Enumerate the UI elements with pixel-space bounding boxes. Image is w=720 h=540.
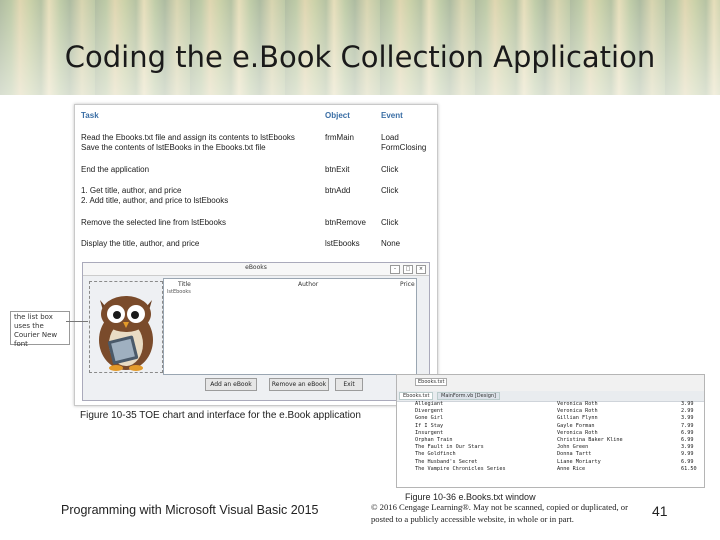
toe-object: btnAdd xyxy=(325,186,351,195)
toe-header-object: Object xyxy=(325,111,350,120)
toe-header-event: Event xyxy=(381,111,403,120)
list-item: Insurgent Veronica Roth 6.99 xyxy=(415,429,694,436)
toe-event: FormClosing xyxy=(381,143,427,152)
toe-task: Save the contents of lstEBooks in the Eb… xyxy=(81,143,266,152)
form-titlebar[interactable]: eBooks – □ × xyxy=(83,263,429,276)
toe-chart: Task Object Event Read the Ebooks.txt fi… xyxy=(81,111,431,263)
ebooks-form-window: eBooks – □ × Title Author Price lstEbook… xyxy=(82,262,430,401)
ebooks-txt-contents[interactable]: Allegiant Veronica Roth 3.99 Divergent Vero… xyxy=(397,401,704,473)
copyright-notice: © 2016 Cengage Learning®. May not be sca… xyxy=(371,502,628,524)
toe-header-task: Task xyxy=(81,111,99,120)
form-title: eBooks xyxy=(245,264,267,271)
ebooks-txt-window: Ebooks.txt Ebooks.txt MainForm.vb [Desig… xyxy=(396,374,705,488)
list-item: The Fault in Our Stars John Green 3.99 xyxy=(415,444,694,451)
column-header-price: Price xyxy=(400,281,415,288)
tab-mainform-design[interactable]: MainForm.vb [Design] xyxy=(437,392,501,400)
toe-object: btnExit xyxy=(325,165,350,174)
close-icon[interactable]: × xyxy=(416,265,426,274)
exit-button[interactable]: Exit xyxy=(335,378,363,391)
list-item: Orphan Train Christina Baker Kline 6.99 xyxy=(415,436,694,443)
list-item: Divergent Veronica Roth 2.99 xyxy=(415,408,694,415)
listbox-name-label: lstEbooks xyxy=(167,289,191,295)
list-item: The Vampire Chronicles Series Anne Rice 61… xyxy=(415,465,697,472)
toe-event: Click xyxy=(381,186,399,195)
callout-line xyxy=(66,321,88,322)
ebooks-listbox[interactable]: Title Author Price lstEbooks xyxy=(163,278,417,375)
editor-toolbar: Ebooks.txt xyxy=(397,375,704,392)
toe-task: 2. Add title, author, and price to lstEb… xyxy=(81,196,229,205)
list-item: The Goldfinch Donna Tartt 9.99 xyxy=(415,451,694,458)
list-item: Gone Girl Gillian Flynn 3.99 xyxy=(415,415,694,422)
toe-object: btnRemove xyxy=(325,218,366,227)
toe-event: None xyxy=(381,239,401,248)
minimize-icon[interactable]: – xyxy=(390,265,400,274)
toe-event: Load xyxy=(381,133,399,142)
toolbar-file-label[interactable]: Ebooks.txt xyxy=(415,378,448,386)
column-header-author: Author xyxy=(298,281,319,288)
owl-picture-box xyxy=(89,281,163,373)
toe-object: lstEbooks xyxy=(325,239,360,248)
window-controls: – □ × xyxy=(390,265,426,274)
toe-task: Read the Ebooks.txt file and assign its … xyxy=(81,133,295,142)
column-header-title: Title xyxy=(178,281,191,288)
maximize-icon[interactable]: □ xyxy=(403,265,413,274)
toe-event: Click xyxy=(381,165,399,174)
tab-ebooks-txt[interactable]: Ebooks.txt xyxy=(399,392,434,400)
figure-10-35-panel: Task Object Event Read the Ebooks.txt fi… xyxy=(74,104,438,406)
add-ebook-button[interactable]: Add an eBook xyxy=(205,378,257,391)
list-item: If I Stay Gayle Forman 7.99 xyxy=(415,422,694,429)
figure-10-35-caption: Figure 10-35 TOE chart and interface for… xyxy=(80,410,361,421)
owl-reading-icon xyxy=(99,296,153,371)
remove-ebook-button[interactable]: Remove an eBook xyxy=(269,378,329,391)
footer-book-title: Programming with Microsoft Visual Basic … xyxy=(61,503,319,517)
toe-object: frmMain xyxy=(325,133,354,142)
page-number: 41 xyxy=(652,503,668,519)
courier-font-callout: the list box uses the Courier New font xyxy=(10,311,70,348)
toe-task: End the application xyxy=(81,165,150,174)
toe-event: Click xyxy=(381,218,399,227)
toe-task: Remove the selected line from lstEbooks xyxy=(81,218,226,227)
slide-title: Coding the e.Book Collection Application xyxy=(64,40,656,74)
list-item: Allegiant Veronica Roth 3.99 xyxy=(415,401,694,407)
toe-task: Display the title, author, and price xyxy=(81,239,200,248)
toe-task: 1. Get title, author, and price xyxy=(81,186,182,195)
list-item: The Husband's Secret Liane Moriarty 6.99 xyxy=(415,458,694,465)
